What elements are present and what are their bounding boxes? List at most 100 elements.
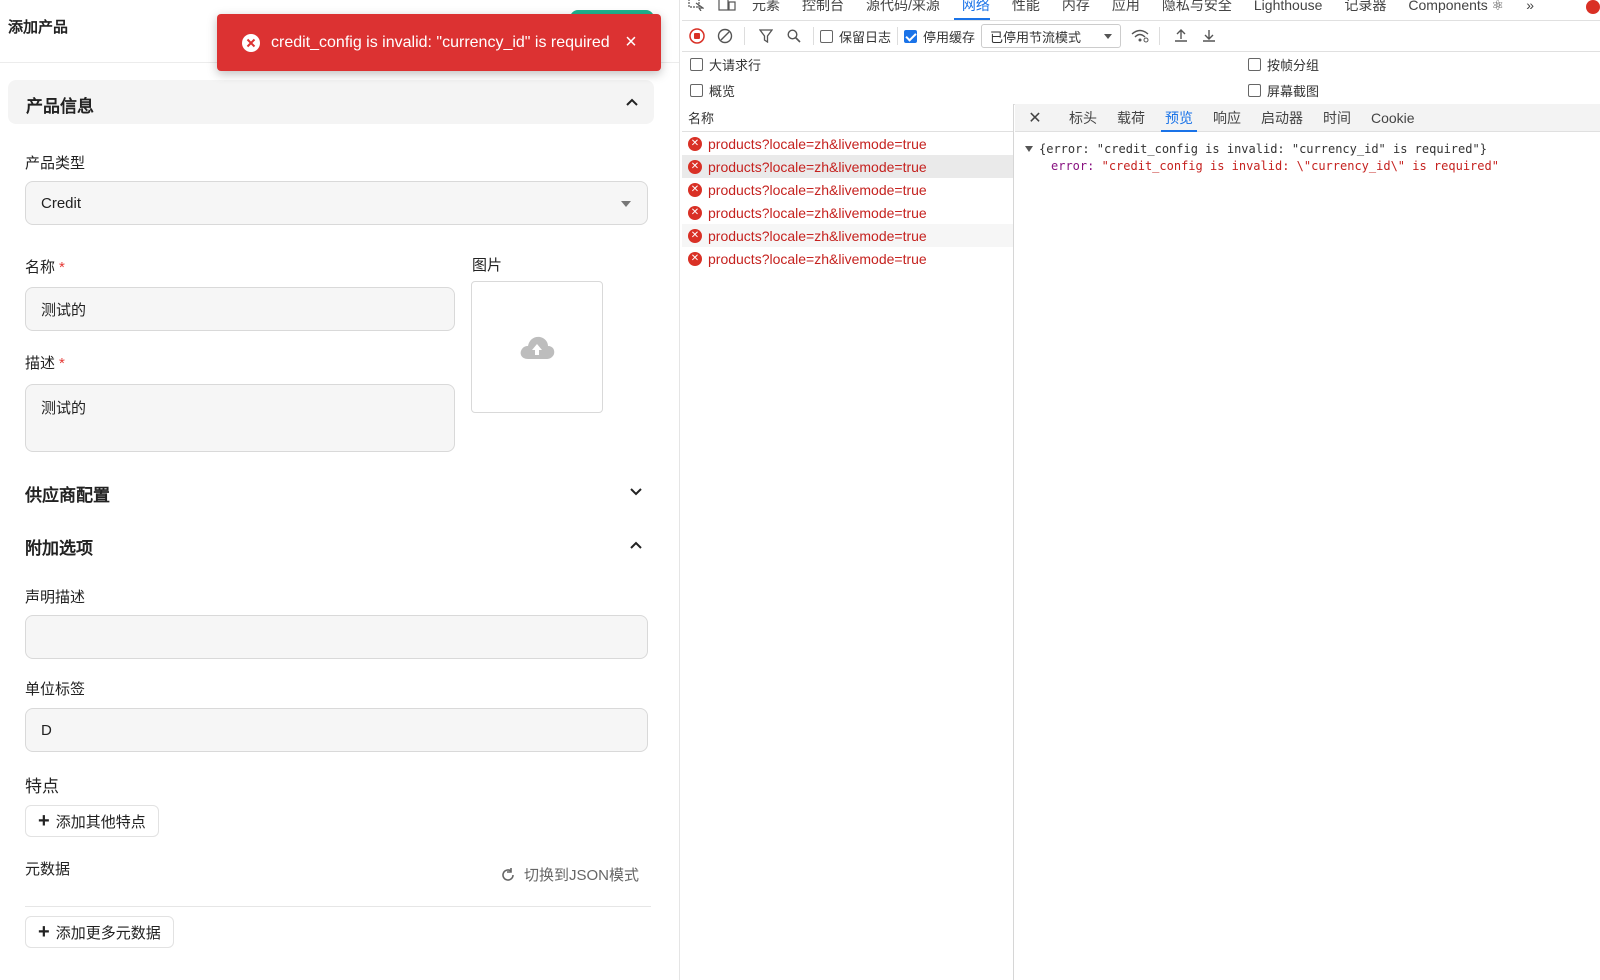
close-icon[interactable]: ✕ [1021,108,1049,128]
checkbox-icon[interactable] [1248,83,1261,97]
big-request-rows-checkbox[interactable]: 大请求行 [690,55,761,74]
error-icon: ✕ [688,159,702,174]
json-mode-toggle[interactable]: 切换到JSON模式 [500,864,639,885]
toolbar-separator [1159,27,1161,45]
record-stop-icon[interactable] [684,23,710,49]
tab-cookies[interactable]: Cookie [1371,104,1415,132]
preserve-log-checkbox[interactable]: 保留日志 [820,27,891,46]
image-upload-box[interactable] [471,281,603,413]
download-icon[interactable] [1196,23,1222,49]
product-type-label: 产品类型 [25,155,86,172]
tab-performance[interactable]: 性能 [1012,0,1040,12]
checkbox-icon[interactable] [1248,57,1261,71]
request-row[interactable]: ✕ products?locale=zh&livemode=true [682,155,1013,178]
tab-elements[interactable]: 元素 [752,0,780,12]
tab-sources[interactable]: 源代码/来源 [866,0,940,12]
json-root-line[interactable]: {error: "credit_config is invalid: "curr… [1025,142,1600,156]
expand-triangle-icon[interactable] [1025,146,1033,152]
vendor-config-title: 供应商配置 [25,486,110,505]
request-row[interactable]: ✕ products?locale=zh&livemode=true [682,132,1013,155]
screenshots-label: 屏幕截图 [1267,83,1320,99]
checkbox-icon[interactable] [690,83,703,97]
checkbox-checked-icon[interactable] [904,29,918,43]
tab-initiator[interactable]: 启动器 [1261,104,1303,132]
json-value: "credit_config is invalid: \"currency_id… [1101,159,1499,173]
filter-icon[interactable] [753,23,779,49]
required-mark: * [59,259,65,276]
product-type-select[interactable]: Credit [25,181,648,225]
overview-checkbox[interactable]: 概览 [690,81,735,100]
tab-response[interactable]: 响应 [1213,104,1241,132]
search-icon[interactable] [781,23,807,49]
add-feature-label: 添加其他特点 [55,813,146,831]
group-by-frame-checkbox[interactable]: 按帧分组 [1248,55,1319,74]
disable-cache-checkbox[interactable]: 停用缓存 [904,27,975,46]
unit-label: 单位标签 [25,681,86,698]
tab-preview[interactable]: 预览 [1161,104,1197,132]
json-toggle-label: 切换到JSON模式 [524,867,640,884]
clear-icon[interactable] [712,23,738,49]
group-by-frame-label: 按帧分组 [1267,57,1320,73]
add-metadata-button[interactable]: + 添加更多元数据 [25,916,174,948]
tab-payload[interactable]: 载荷 [1117,104,1145,132]
network-conditions-icon[interactable] [1127,23,1153,49]
request-name: products?locale=zh&livemode=true [708,204,927,221]
error-toast: credit_config is invalid: "currency_id" … [217,14,661,71]
tab-console[interactable]: 控制台 [802,0,844,12]
close-icon[interactable]: × [621,31,641,53]
request-row[interactable]: ✕ products?locale=zh&livemode=true [682,224,1013,247]
checkbox-icon[interactable] [820,29,833,43]
tab-application[interactable]: 应用 [1112,0,1140,12]
request-detail-pane: ✕ 标头 载荷 预览 响应 启动器 时间 Cookie {error: "cre… [1015,104,1600,980]
tab-memory[interactable]: 内存 [1062,0,1090,12]
error-count-icon[interactable] [1586,0,1600,14]
chevron-up-icon[interactable] [622,92,642,112]
description-value: 测试的 [41,400,87,417]
request-name: products?locale=zh&livemode=true [708,181,927,198]
name-column-header[interactable]: 名称 [682,104,1013,132]
network-toolbar: 保留日志 停用缓存 已停用节流模式 [682,20,1600,52]
features-label: 特点 [25,777,59,796]
checkbox-icon[interactable] [690,57,703,71]
refresh-icon [502,867,514,881]
tab-headers[interactable]: 标头 [1069,104,1097,132]
dropdown-caret-icon [1104,34,1113,39]
tab-privacy-security[interactable]: 隐私与安全 [1162,0,1232,12]
image-label: 图片 [472,257,503,274]
toolbar-separator [897,27,899,45]
device-toggle-icon[interactable] [718,0,738,14]
screenshots-checkbox[interactable]: 屏幕截图 [1248,81,1319,100]
plus-icon: + [38,810,50,832]
request-row[interactable]: ✕ products?locale=zh&livemode=true [682,178,1013,201]
tab-components[interactable]: Components ⚛ [1408,0,1504,12]
tab-recorder[interactable]: 记录器 [1344,0,1386,12]
name-input[interactable]: 测试的 [25,287,455,331]
throttle-select[interactable]: 已停用节流模式 [981,24,1122,48]
product-info-section-header[interactable]: 产品信息 [8,80,654,124]
inspect-element-icon[interactable] [688,0,708,14]
metadata-divider [25,906,651,907]
request-row[interactable]: ✕ products?locale=zh&livemode=true [682,201,1013,224]
chevron-up-icon[interactable] [626,535,646,555]
description-textarea[interactable]: 测试的 [25,384,455,452]
more-tabs-icon[interactable]: » [1526,0,1534,12]
unit-input[interactable]: D [25,708,648,752]
add-feature-button[interactable]: + 添加其他特点 [25,805,159,837]
error-icon: ✕ [688,136,702,151]
statement-input[interactable] [25,615,648,659]
chevron-down-icon[interactable] [626,482,646,502]
description-label: 描述 * [25,352,65,373]
tab-lighthouse[interactable]: Lighthouse [1254,0,1323,12]
product-info-title: 产品信息 [26,97,94,116]
add-metadata-label: 添加更多元数据 [55,924,161,942]
metadata-label: 元数据 [25,861,71,878]
error-icon: ✕ [688,182,702,197]
error-icon: ✕ [688,228,702,243]
request-name: products?locale=zh&livemode=true [708,158,927,175]
name-input-value: 测试的 [41,301,87,319]
toolbar-separator [813,27,814,45]
upload-icon[interactable] [1168,23,1194,49]
request-row[interactable]: ✕ products?locale=zh&livemode=true [682,247,1013,270]
tab-timing[interactable]: 时间 [1323,104,1351,132]
tab-network[interactable]: 网络 [962,0,990,12]
